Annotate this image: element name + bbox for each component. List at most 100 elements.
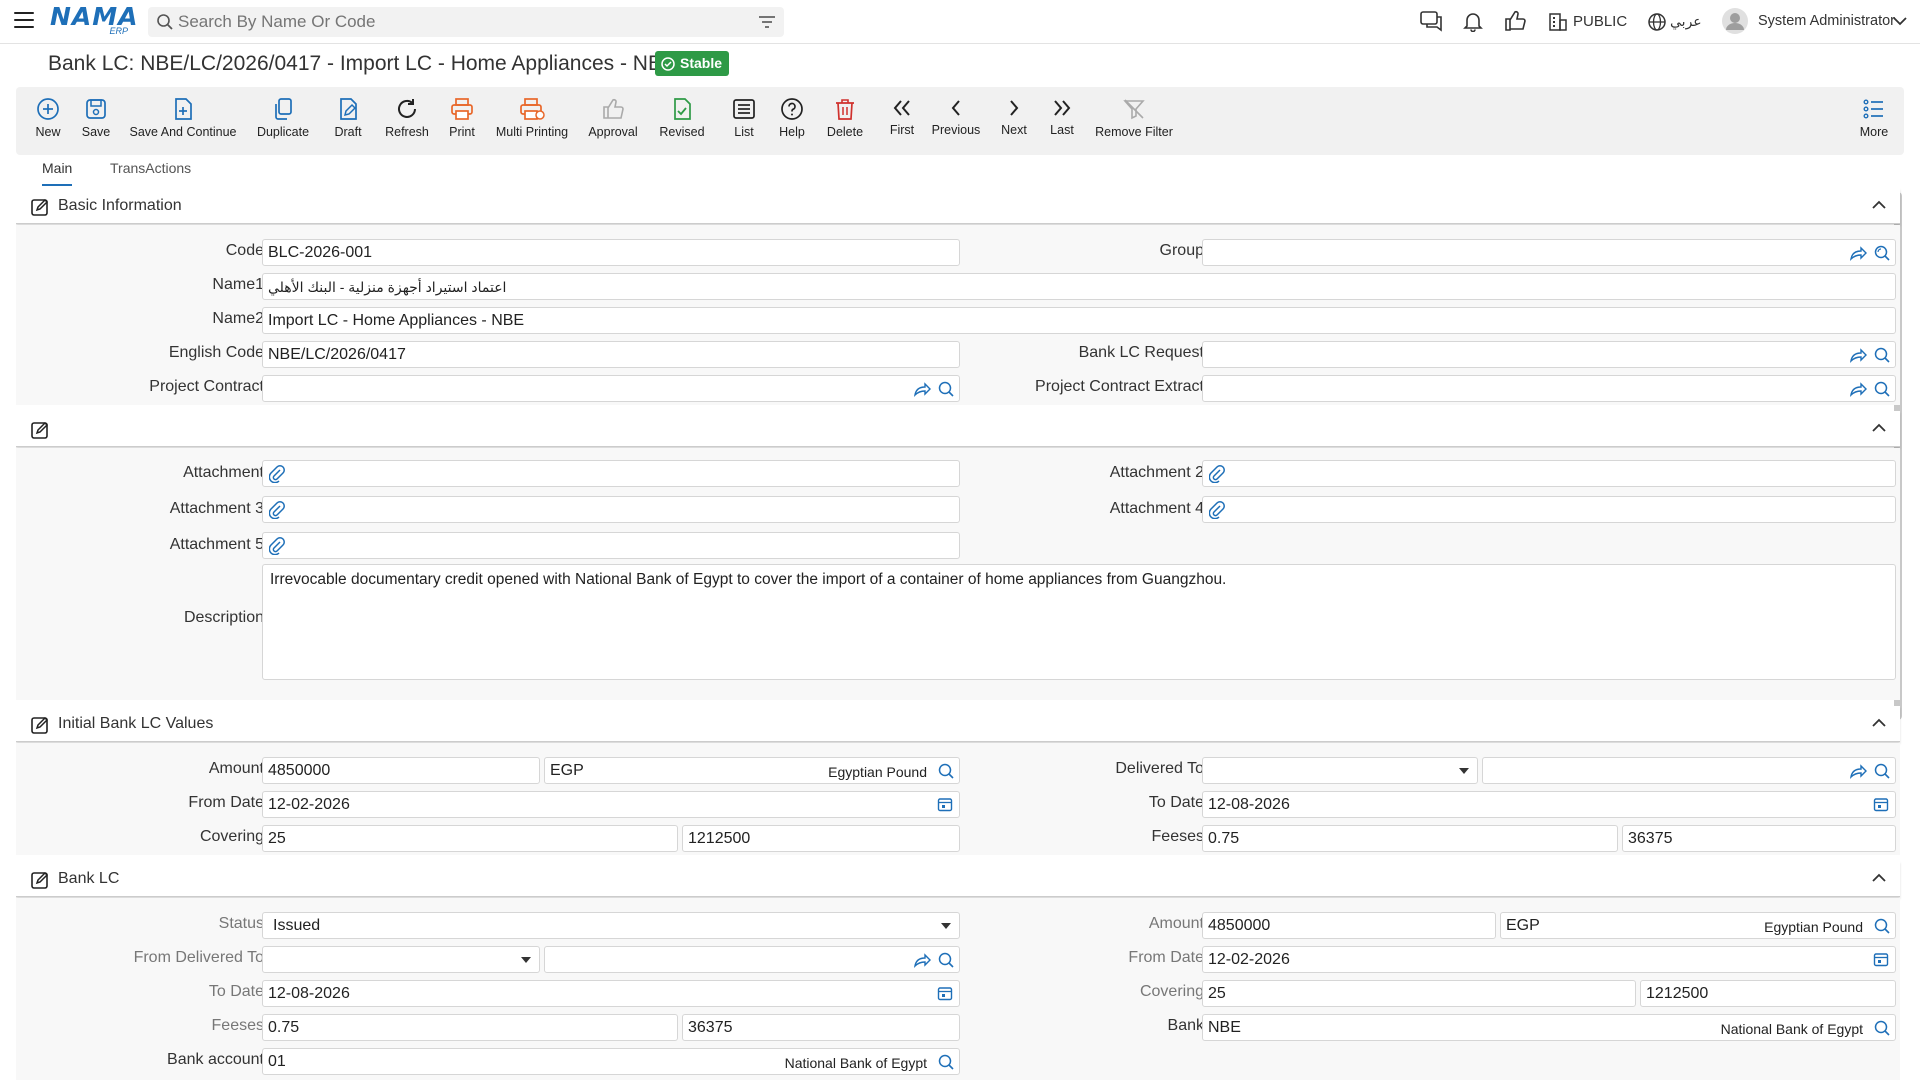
bank-lc-from-date-field[interactable]: 12-02-2026 [1202,946,1896,973]
lookup-search-icon[interactable] [937,380,955,398]
project-contract-field[interactable] [262,375,960,402]
lookup-search-icon[interactable] [937,762,955,780]
refresh-button[interactable]: Refresh [382,87,432,155]
paperclip-icon[interactable] [1209,501,1225,519]
chevron-up-icon[interactable] [1872,200,1886,210]
open-link-icon[interactable] [1849,244,1867,262]
globe-icon[interactable] [1647,12,1667,32]
delete-button[interactable]: Delete [820,87,870,155]
name2-field[interactable]: Import LC - Home Appliances - NBE [262,307,1896,334]
next-button[interactable]: Next [992,87,1036,155]
bank-account-field[interactable]: 01 National Bank of Egypt [262,1048,960,1075]
delivered-to-lookup-field[interactable] [1482,757,1896,784]
chevron-up-icon[interactable] [1872,423,1886,433]
code-field[interactable]: BLC-2026-001 [262,239,960,266]
bank-lc-request-field[interactable] [1202,341,1896,368]
bank-lc-to-date-field[interactable]: 12-08-2026 [262,980,960,1007]
bank-lc-fees-value-field[interactable]: 36375 [682,1014,960,1041]
open-link-icon[interactable] [1849,762,1867,780]
attachment-5-field[interactable] [262,532,960,559]
bank-lc-covering-percent-field[interactable]: 25 [1202,980,1636,1007]
avatar[interactable] [1722,8,1748,34]
first-button[interactable]: First [880,87,924,155]
open-link-icon[interactable] [913,951,931,969]
paperclip-icon[interactable] [269,501,285,519]
approval-button[interactable]: Approval [586,87,640,155]
amount-field[interactable]: 4850000 [262,757,540,784]
paperclip-icon[interactable] [1209,465,1225,483]
to-date-field[interactable]: 12-08-2026 [1202,791,1896,818]
lookup-search-icon[interactable] [937,1053,955,1071]
lookup-search-icon[interactable] [1873,244,1891,262]
covering-value-field[interactable]: 1212500 [682,825,960,852]
previous-button[interactable]: Previous [928,87,984,155]
last-button[interactable]: Last [1040,87,1084,155]
initial-bank-lc-values-header[interactable]: Initial Bank LC Values [16,706,1900,742]
basic-information-header[interactable]: Basic Information [16,188,1900,224]
bell-icon[interactable] [1462,10,1484,32]
bank-lc-covering-value-field[interactable]: 1212500 [1640,980,1896,1007]
save-and-continue-button[interactable]: Save And Continue [128,87,238,155]
chevron-up-icon[interactable] [1872,718,1886,728]
help-button[interactable]: Help [770,87,814,155]
paperclip-icon[interactable] [269,465,285,483]
fees-percent-field[interactable]: 0.75 [1202,825,1618,852]
filter-icon[interactable] [758,14,776,30]
currency-field[interactable]: EGP Egyptian Pound [544,757,960,784]
list-button[interactable]: List [722,87,766,155]
open-link-icon[interactable] [913,380,931,398]
bank-field[interactable]: NBE National Bank of Egypt [1202,1014,1896,1041]
fees-value-field[interactable]: 36375 [1622,825,1896,852]
public-label[interactable]: PUBLIC [1573,13,1627,30]
chat-icon[interactable] [1420,10,1444,32]
tab-main[interactable]: Main [42,160,73,186]
attachment-4-field[interactable] [1202,496,1896,523]
bank-lc-currency-field[interactable]: EGP Egyptian Pound [1500,912,1896,939]
logo[interactable]: NAMA ERP [50,4,138,38]
status-select[interactable]: Issued [262,912,960,939]
tab-transactions[interactable]: TransActions [110,160,191,184]
user-name[interactable]: System Administrator [1758,13,1895,29]
language-switch[interactable]: عربي [1670,13,1702,30]
attachment-3-field[interactable] [262,496,960,523]
group-field[interactable] [1202,239,1896,266]
remove-filter-button[interactable]: Remove Filter [1092,87,1176,155]
lookup-search-icon[interactable] [937,951,955,969]
revised-button[interactable]: Revised [656,87,708,155]
lookup-search-icon[interactable] [1873,762,1891,780]
save-button[interactable]: Save [74,87,118,155]
open-link-icon[interactable] [1849,346,1867,364]
chevron-down-icon[interactable] [1893,16,1907,26]
bank-lc-amount-field[interactable]: 4850000 [1202,912,1496,939]
calendar-icon[interactable] [1873,951,1889,967]
duplicate-button[interactable]: Duplicate [254,87,312,155]
lookup-search-icon[interactable] [1873,1019,1891,1037]
draft-button[interactable]: Draft [326,87,370,155]
calendar-icon[interactable] [937,796,953,812]
new-button[interactable]: New [26,87,70,155]
calendar-icon[interactable] [1873,796,1889,812]
building-icon[interactable] [1548,12,1568,32]
open-link-icon[interactable] [1849,380,1867,398]
from-delivered-to-lookup-field[interactable] [544,946,960,973]
search-input[interactable] [178,9,738,35]
paperclip-icon[interactable] [269,537,285,555]
from-delivered-to-select[interactable] [262,946,540,973]
lookup-search-icon[interactable] [1873,346,1891,364]
thumbs-up-icon[interactable] [1504,10,1526,32]
name1-field[interactable]: اعتماد استيراد أجهزة منزلية - البنك الأه… [262,273,1896,300]
project-contract-extract-field[interactable] [1202,375,1896,402]
description-textarea[interactable]: Irrevocable documentary credit opened wi… [262,564,1896,680]
english-code-field[interactable]: NBE/LC/2026/0417 [262,341,960,368]
lookup-search-icon[interactable] [1873,917,1891,935]
from-date-field[interactable]: 12-02-2026 [262,791,960,818]
multi-printing-button[interactable]: Multi Printing [494,87,570,155]
chevron-up-icon[interactable] [1872,873,1886,883]
attachment-field[interactable] [262,460,960,487]
attachments-header[interactable] [16,411,1900,447]
more-button[interactable]: More [1852,87,1896,155]
covering-percent-field[interactable]: 25 [262,825,678,852]
lookup-search-icon[interactable] [1873,380,1891,398]
attachment-2-field[interactable] [1202,460,1896,487]
bank-lc-header[interactable]: Bank LC [16,861,1900,897]
